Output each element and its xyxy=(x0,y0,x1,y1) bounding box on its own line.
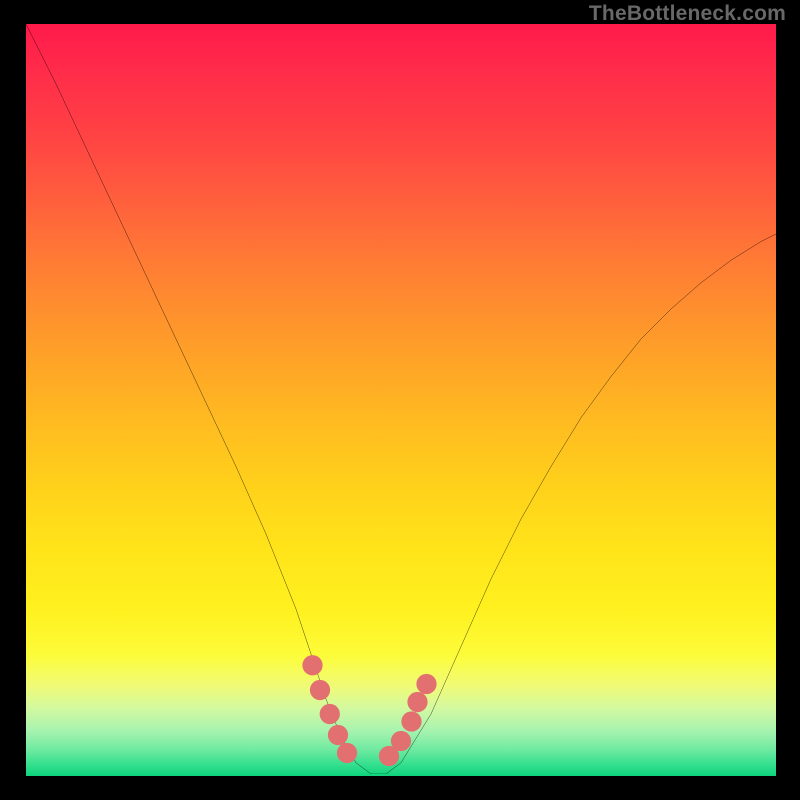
marker-dot xyxy=(310,680,330,700)
marker-dot xyxy=(302,655,322,675)
watermark-text: TheBottleneck.com xyxy=(589,2,786,26)
marker-dot xyxy=(401,711,421,731)
marker-band xyxy=(302,655,436,766)
marker-dot xyxy=(391,731,411,751)
bottleneck-curve xyxy=(26,24,776,774)
marker-dot xyxy=(337,743,357,763)
marker-dot xyxy=(407,692,427,712)
chart-frame: TheBottleneck.com xyxy=(0,0,800,800)
marker-dot xyxy=(320,704,340,724)
marker-dot xyxy=(328,725,348,745)
marker-dot xyxy=(416,674,436,694)
plot-area xyxy=(26,24,776,776)
curve-path xyxy=(26,24,776,774)
curve-svg xyxy=(26,24,776,774)
